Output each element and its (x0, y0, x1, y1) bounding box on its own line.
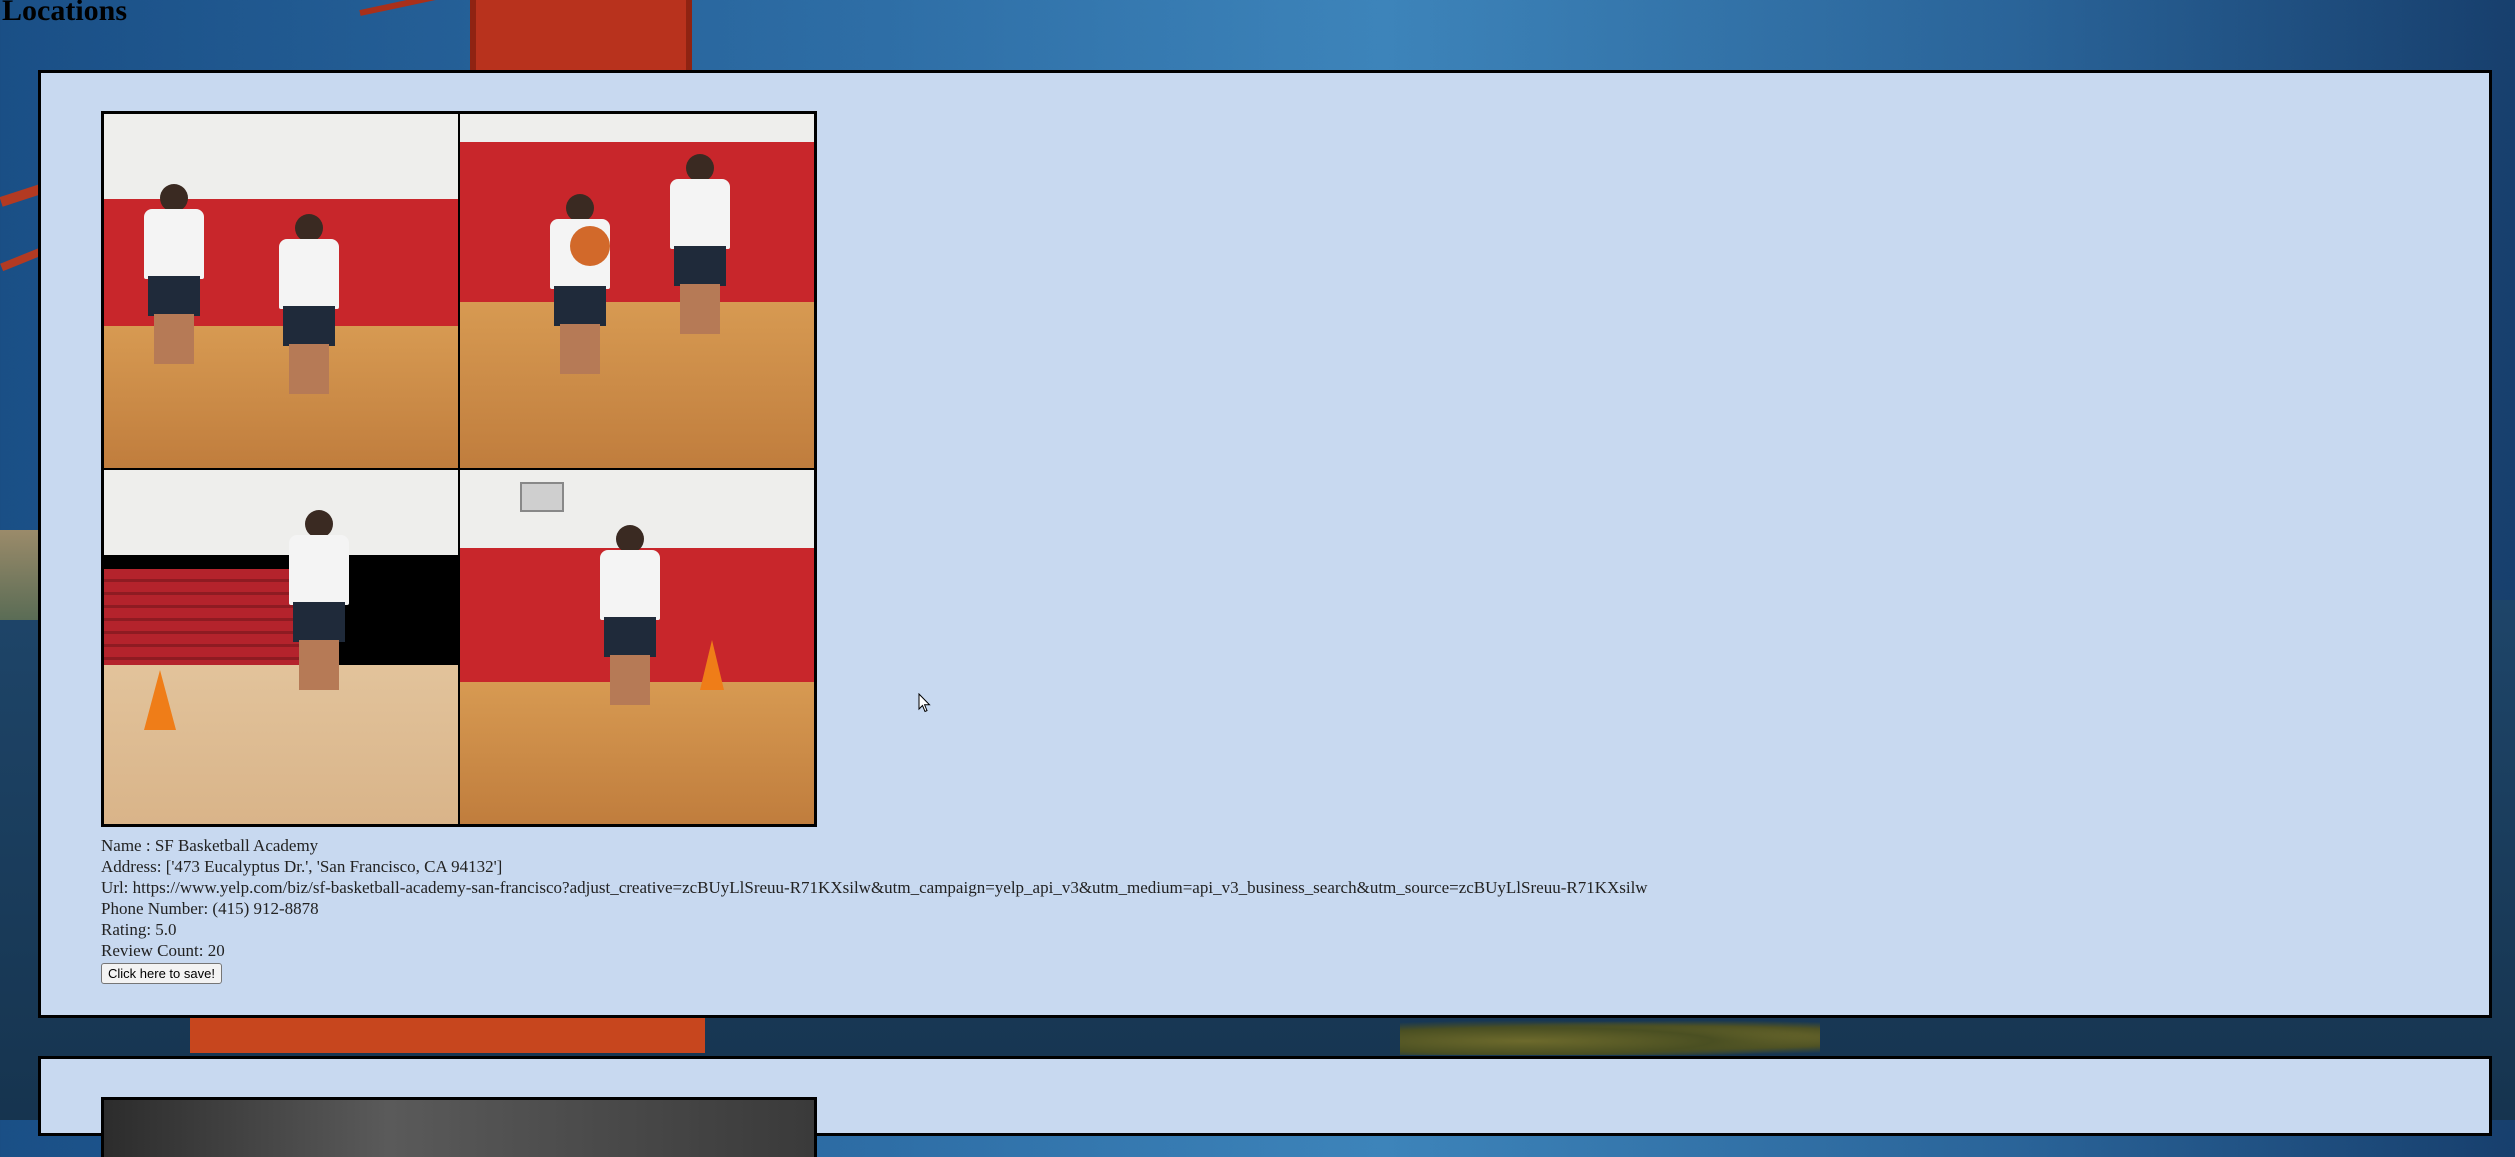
location-info: Name : SF Basketball Academy Address: ['… (101, 835, 1648, 984)
background-bridge-deck (190, 1018, 705, 1053)
location-photo (101, 111, 817, 827)
location-photo (101, 1097, 817, 1157)
background-hills (0, 530, 42, 620)
photo-panel (104, 114, 458, 468)
location-phone: Phone Number: (415) 912-8878 (101, 899, 319, 918)
background-bridge-tower (470, 0, 692, 70)
location-card (38, 1056, 2492, 1157)
location-url: Url: https://www.yelp.com/biz/sf-basketb… (101, 878, 1648, 897)
save-button[interactable]: Click here to save! (101, 963, 222, 984)
photo-panel (460, 470, 814, 824)
page-title: Locations (2, 0, 128, 27)
photo-panel (104, 470, 458, 824)
location-card: Name : SF Basketball Academy Address: ['… (38, 70, 2492, 1018)
background-trees (1400, 1020, 1820, 1055)
location-review-count: Review Count: 20 (101, 941, 225, 960)
location-name: Name : SF Basketball Academy (101, 836, 319, 855)
photo-panel (460, 114, 814, 468)
location-address: Address: ['473 Eucalyptus Dr.', 'San Fra… (101, 857, 503, 876)
location-rating: Rating: 5.0 (101, 920, 177, 939)
